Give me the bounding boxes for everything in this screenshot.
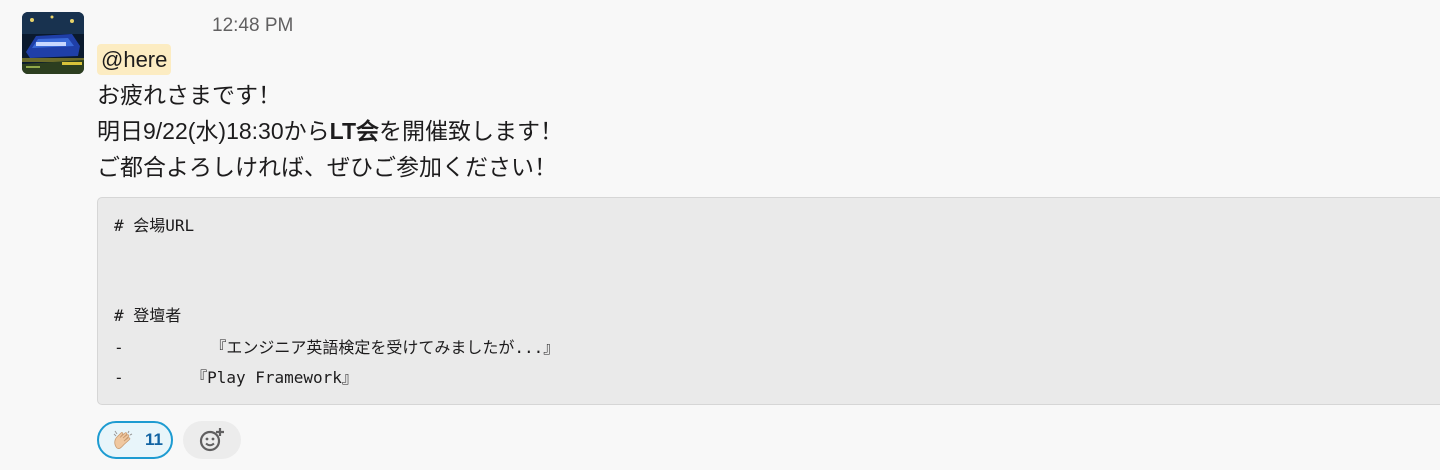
code-line: - 『エンジニア英語検定を受けてみましたが...』 <box>114 338 560 357</box>
add-emoji-icon <box>199 428 224 452</box>
message-timestamp[interactable]: 12:48 PM <box>212 15 293 37</box>
message-line-2-pre: 明日9/22(水)18:30から <box>97 118 330 144</box>
add-reaction-button[interactable] <box>183 421 241 459</box>
message-body: @here お疲れさまです！ 明日9/22(水)18:30からLT会を開催致しま… <box>97 44 1440 185</box>
message-line-2-bold: LT会 <box>329 118 380 144</box>
code-line: - 『Play Framework』 <box>114 368 358 387</box>
here-mention[interactable]: @here <box>97 44 172 75</box>
code-line: # 登壇者 <box>114 306 182 325</box>
reaction-count: 11 <box>145 430 163 449</box>
code-line: # 会場URL <box>114 216 195 235</box>
message-line-2-post: を開催致します！ <box>379 118 564 144</box>
chat-message: 12:48 PM @here お疲れさまです！ 明日9/22(水)18:30から… <box>0 0 1440 470</box>
message-line-2: 明日9/22(水)18:30からLT会を開催致します！ <box>97 113 1440 149</box>
reaction-clapping-hands[interactable]: 11 <box>97 421 173 459</box>
code-block: # 会場URL # 登壇者 - 『エンジニア英語検定を受けてみましたが...』 … <box>97 197 1440 405</box>
avatar[interactable] <box>22 12 84 74</box>
avatar-train-image <box>22 12 84 74</box>
clapping-hands-icon <box>113 430 133 449</box>
message-line-3: ご都合よろしければ、ぜひご参加ください！ <box>97 154 557 180</box>
message-line-1: お疲れさまです！ <box>97 82 281 108</box>
